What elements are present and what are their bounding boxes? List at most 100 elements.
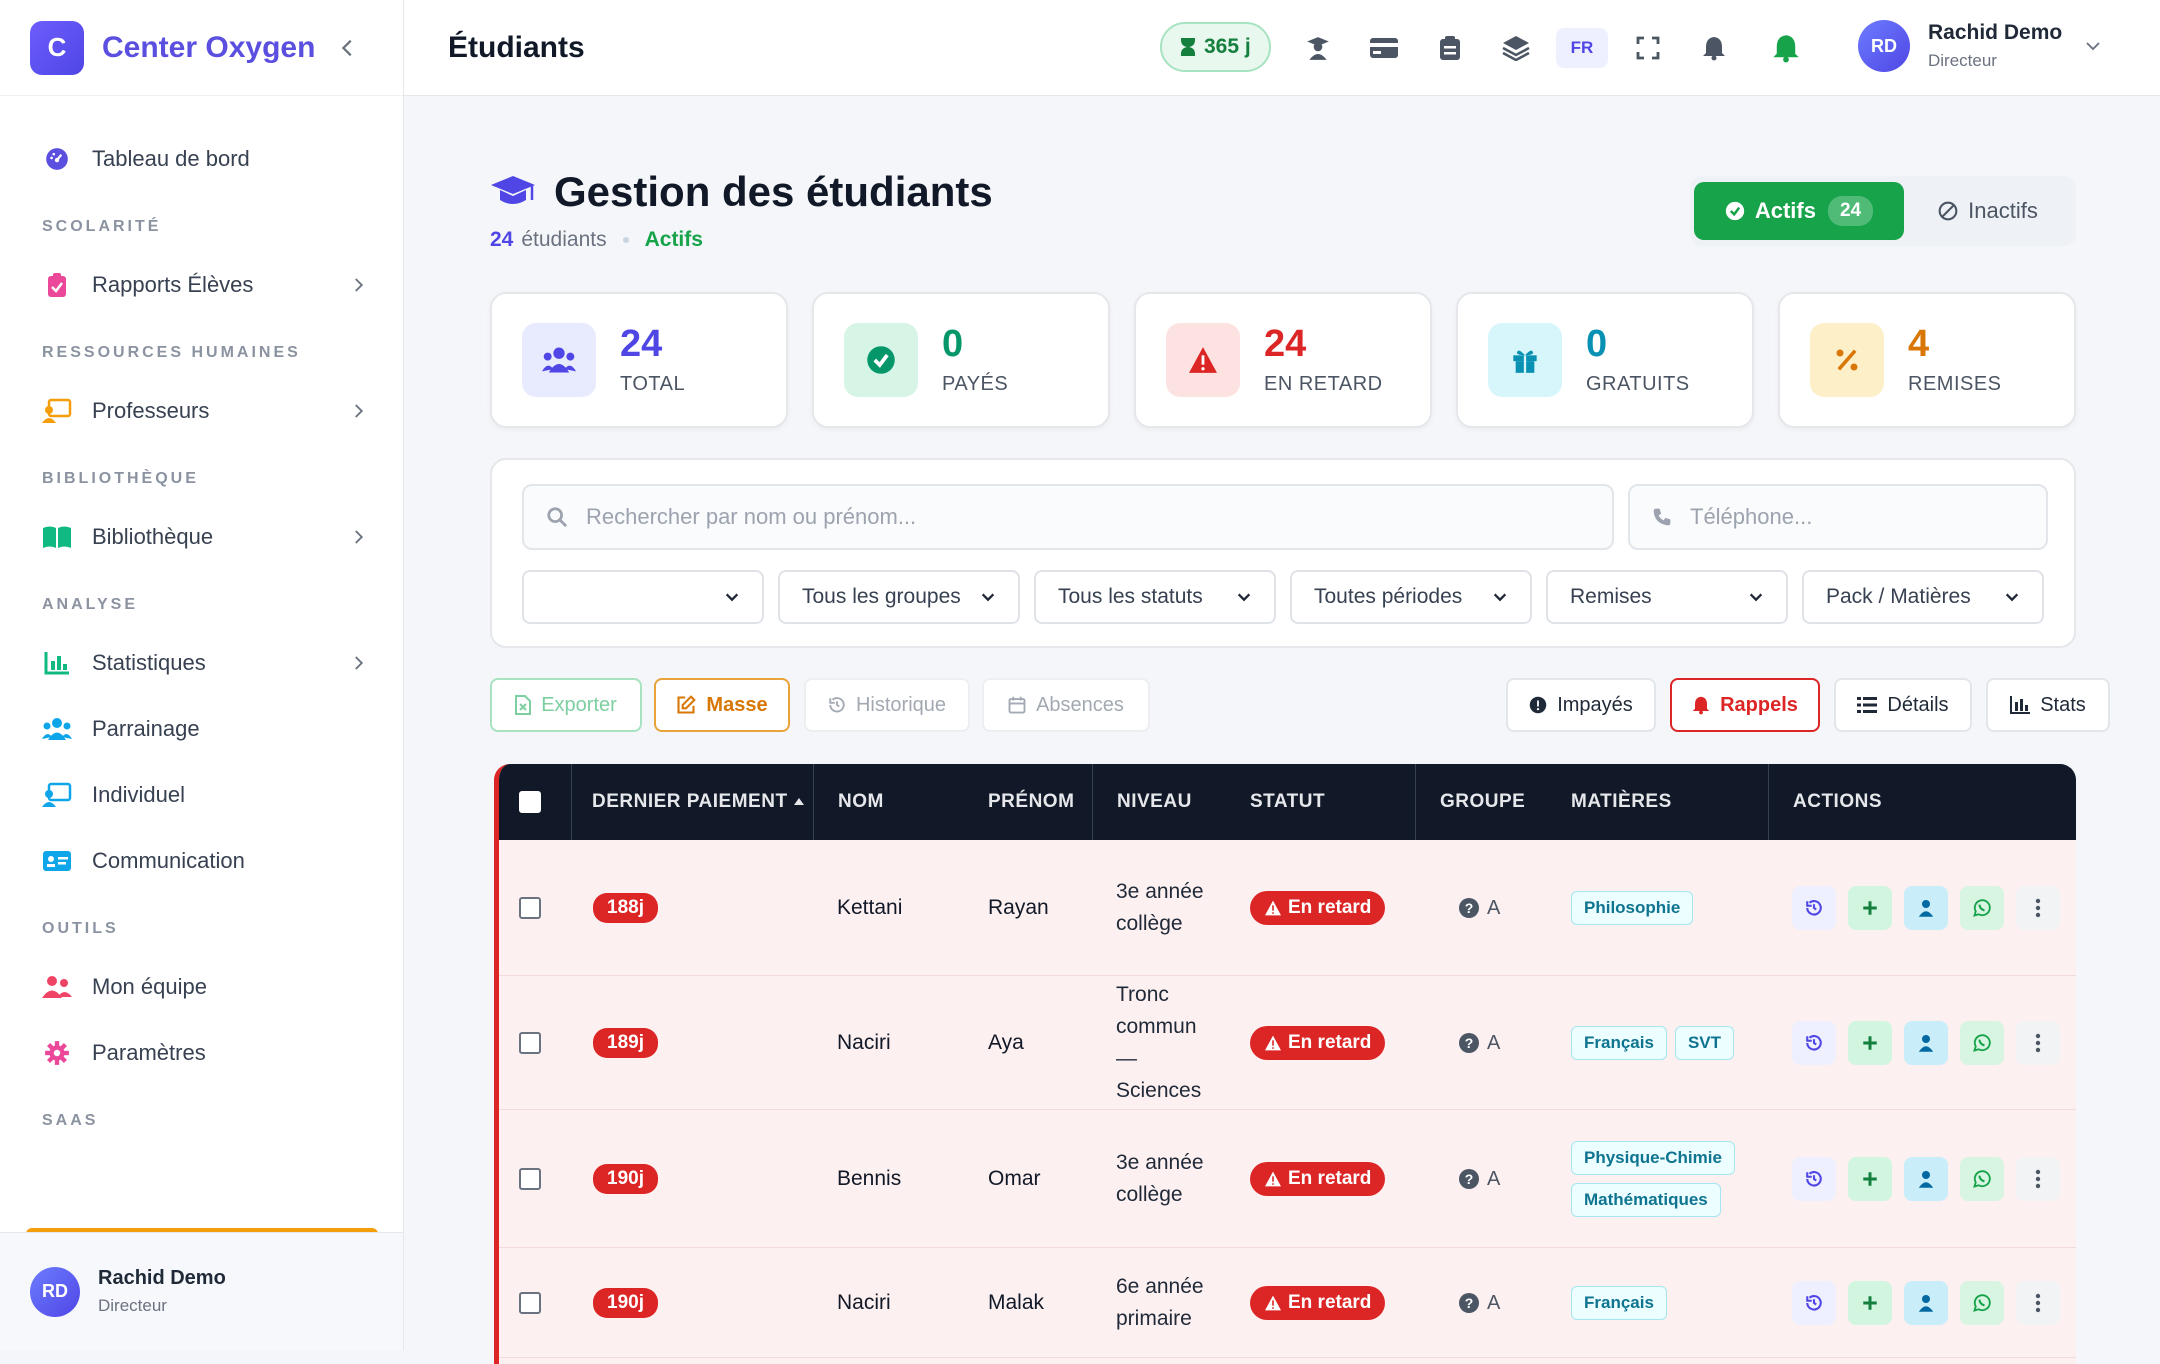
days-overdue-badge: 190j <box>593 1164 658 1194</box>
th-groupe[interactable]: GROUPE <box>1415 764 1525 840</box>
language-switch[interactable]: FR <box>1556 28 1608 68</box>
active-inactive-toggle: Actifs 24 Inactifs <box>1690 176 2076 246</box>
fullscreen-icon[interactable] <box>1630 30 1666 66</box>
stat-card-gratuits[interactable]: 0 GRATUITS <box>1456 292 1754 428</box>
sidebar: C Center Oxygen Tableau de bord SCOLARIT… <box>0 0 404 1350</box>
user-profile-icon[interactable] <box>1904 1281 1948 1325</box>
th-last-payment[interactable]: DERNIER PAIEMENT <box>571 764 813 840</box>
sidebar-item-equipe[interactable]: Mon équipe <box>0 958 403 1016</box>
sidebar-item-parrainage[interactable]: Parrainage <box>0 700 403 758</box>
history-icon[interactable] <box>1792 886 1836 930</box>
collapse-sidebar-icon[interactable] <box>337 37 359 59</box>
select-level[interactable] <box>522 570 764 624</box>
sidebar-item-parametres[interactable]: Paramètres <box>0 1024 403 1082</box>
whatsapp-icon[interactable] <box>1960 1021 2004 1065</box>
stat-card-total[interactable]: 24 TOTAL <box>490 292 788 428</box>
table-row[interactable]: 190j Naciri Malak 6e année primaire En re… <box>499 1248 2076 1358</box>
subscription-days-badge[interactable]: 365 j <box>1160 22 1271 72</box>
niveau-line: 3e année <box>1116 1151 1204 1174</box>
row-checkbox[interactable] <box>519 840 541 976</box>
credit-card-icon[interactable] <box>1366 30 1402 66</box>
user-profile-icon[interactable] <box>1904 886 1948 930</box>
sidebar-item-professeurs[interactable]: Professeurs <box>0 382 403 440</box>
stat-card-remises[interactable]: 4 REMISES <box>1778 292 2076 428</box>
reminders-label: Rappels <box>1720 693 1798 716</box>
export-button[interactable]: Exporter <box>490 678 642 732</box>
cell-niveau: Tronc commun — Sciences <box>1116 976 1201 1110</box>
status-text: En retard <box>1288 1168 1372 1189</box>
row-checkbox[interactable] <box>519 1248 541 1358</box>
add-payment-icon[interactable] <box>1848 1281 1892 1325</box>
sidebar-item-bibliotheque[interactable]: Bibliothèque <box>0 508 403 566</box>
stat-card-retard[interactable]: 24 EN RETARD <box>1134 292 1432 428</box>
stats-button[interactable]: Stats <box>1986 678 2110 732</box>
th-nom[interactable]: NOM <box>813 764 884 840</box>
cell-matieres: Philosophie <box>1571 840 1694 976</box>
bell-icon[interactable] <box>1696 30 1732 66</box>
clipboard-list-icon[interactable] <box>1432 30 1468 66</box>
teacher-icon[interactable] <box>1300 30 1336 66</box>
row-checkbox[interactable] <box>519 1110 541 1248</box>
add-payment-icon[interactable] <box>1848 1021 1892 1065</box>
select-value: Tous les statuts <box>1058 585 1203 608</box>
select-groups[interactable]: Tous les groupes <box>778 570 1020 624</box>
whatsapp-icon[interactable] <box>1960 1281 2004 1325</box>
cell-nom: Naciri <box>837 1291 891 1314</box>
sidebar-item-dashboard[interactable]: Tableau de bord <box>0 130 403 188</box>
sidebar-item-individuel[interactable]: Individuel <box>0 766 403 824</box>
sidebar-item-rapports[interactable]: Rapports Élèves <box>0 256 403 314</box>
section-title: BIBLIOTHÈQUE <box>42 470 199 487</box>
select-status[interactable]: Tous les statuts <box>1034 570 1276 624</box>
more-options-icon[interactable] <box>2016 1021 2060 1065</box>
mass-button[interactable]: Masse <box>654 678 790 732</box>
check-circle-icon <box>844 323 918 397</box>
cell-nom: Naciri <box>837 1031 891 1054</box>
layers-icon[interactable] <box>1498 30 1534 66</box>
reminders-button[interactable]: Rappels <box>1670 678 1820 732</box>
select-discounts[interactable]: Remises <box>1546 570 1788 624</box>
select-pack[interactable]: Pack / Matières <box>1802 570 2044 624</box>
user-profile-icon[interactable] <box>1904 1157 1948 1201</box>
notification-bell-icon[interactable] <box>1768 30 1804 66</box>
table-row[interactable]: 190j Bennis Omar 3e année collège En reta… <box>499 1110 2076 1248</box>
select-period[interactable]: Toutes périodes <box>1290 570 1532 624</box>
more-options-icon[interactable] <box>2016 1281 2060 1325</box>
toggle-actifs-button[interactable]: Actifs 24 <box>1694 182 1904 240</box>
more-options-icon[interactable] <box>2016 1157 2060 1201</box>
th-prenom[interactable]: PRÉNOM <box>988 764 1074 840</box>
th-niveau[interactable]: NIVEAU <box>1092 764 1192 840</box>
absences-button[interactable]: Absences <box>982 678 1150 732</box>
select-all-checkbox[interactable] <box>519 764 541 840</box>
history-icon[interactable] <box>1792 1281 1836 1325</box>
search-input[interactable]: Rechercher par nom ou prénom... <box>522 484 1614 550</box>
unpaid-button[interactable]: Impayés <box>1506 678 1656 732</box>
phone-input[interactable]: Téléphone... <box>1628 484 2048 550</box>
topbar-user-menu[interactable]: RD Rachid Demo Directeur <box>1858 20 2102 72</box>
user-profile-icon[interactable] <box>1904 1021 1948 1065</box>
history-icon[interactable] <box>1792 1021 1836 1065</box>
student-count: 24 <box>490 228 514 251</box>
add-payment-icon[interactable] <box>1848 1157 1892 1201</box>
whatsapp-icon[interactable] <box>1960 886 2004 930</box>
stat-card-payes[interactable]: 0 PAYÉS <box>812 292 1110 428</box>
table-row[interactable]: 188j Kettani Rayan 3e année collège En re… <box>499 840 2076 976</box>
toggle-inactifs-button[interactable]: Inactifs <box>1904 182 2072 240</box>
sidebar-user[interactable]: RD Rachid Demo Directeur <box>0 1232 403 1350</box>
history-button[interactable]: Historique <box>804 678 970 732</box>
sidebar-item-communication[interactable]: Communication <box>0 832 403 890</box>
th-statut[interactable]: STATUT <box>1250 764 1325 840</box>
sidebar-nav: Tableau de bord SCOLARITÉ Rapports Élève… <box>0 96 403 1130</box>
edit-icon <box>676 695 697 715</box>
table-row[interactable]: 189j Naciri Aya Tronc commun — Sciences En … <box>499 976 2076 1110</box>
history-icon[interactable] <box>1792 1157 1836 1201</box>
warning-icon <box>1166 323 1240 397</box>
th-matieres[interactable]: MATIÈRES <box>1571 764 1672 840</box>
teacher-board-icon <box>42 780 72 810</box>
details-button[interactable]: Détails <box>1834 678 1972 732</box>
whatsapp-icon[interactable] <box>1960 1157 2004 1201</box>
add-payment-icon[interactable] <box>1848 886 1892 930</box>
th-label: DERNIER PAIEMENT <box>592 791 788 812</box>
row-checkbox[interactable] <box>519 976 541 1110</box>
sidebar-item-statistiques[interactable]: Statistiques <box>0 634 403 692</box>
more-options-icon[interactable] <box>2016 886 2060 930</box>
